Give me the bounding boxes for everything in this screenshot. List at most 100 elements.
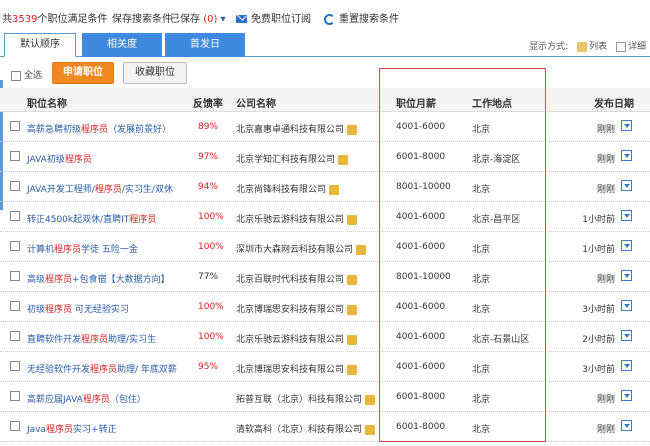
feedback-rate: 100% bbox=[198, 212, 224, 222]
company-name-link[interactable]: 北京尚锋科技有限公司 bbox=[236, 182, 340, 195]
refresh-icon bbox=[324, 13, 335, 25]
table-row: 无经验软件开发程序员助理/ 年底双薪 95% 北京博瑞思安科技有限公司 4001-60… bbox=[0, 352, 650, 382]
company-name-link[interactable]: 深圳市大森网云科技有限公司 bbox=[236, 242, 367, 255]
company-badge-icon bbox=[338, 154, 349, 165]
feedback-rate: 94% bbox=[198, 182, 219, 192]
company-badge-icon bbox=[365, 394, 376, 405]
reset-search-link[interactable]: 重置搜索条件 bbox=[324, 10, 399, 25]
publish-date: 1小时前 bbox=[582, 245, 615, 255]
publish-date: 2小时前 bbox=[582, 335, 615, 345]
row-checkbox[interactable] bbox=[10, 211, 20, 221]
company-badge-icon bbox=[347, 214, 358, 225]
table-row: 高薪急聘初级程序员（发展前景好） 89% 北京嘉惠卓通科技有限公司 4001-6000… bbox=[0, 112, 650, 142]
company-badge-icon bbox=[356, 244, 367, 255]
job-title-link[interactable]: 直聘软件开发程序员助理/实习生 bbox=[27, 332, 156, 345]
highlight-box bbox=[379, 68, 546, 442]
job-title-link[interactable]: 初级程序员 可无经验实习 bbox=[27, 302, 129, 315]
row-checkbox[interactable] bbox=[10, 421, 20, 431]
feedback-rate: 77% bbox=[198, 272, 219, 282]
header-job[interactable]: 职位名称 bbox=[27, 95, 67, 110]
detail-view-label[interactable]: 详细 bbox=[628, 42, 646, 52]
save-search-link[interactable]: 保存搜索条件 bbox=[112, 10, 172, 25]
chevron-down-icon[interactable] bbox=[621, 150, 632, 161]
chevron-down-icon[interactable] bbox=[621, 330, 632, 341]
chevron-down-icon[interactable] bbox=[621, 180, 632, 191]
company-badge-icon bbox=[347, 304, 358, 315]
job-title-link[interactable]: 高薪应届JAVA程序员（包住） bbox=[27, 392, 146, 405]
company-name-link[interactable]: 北京学知汇科技有限公司 bbox=[236, 152, 349, 165]
table-row: 初级程序员 可无经验实习 100% 北京博瑞思安科技有限公司 4001-6000 北京 3… bbox=[0, 292, 650, 322]
action-bar: 全选 申请职位 收藏职位 bbox=[0, 58, 650, 88]
detail-view-icon[interactable] bbox=[615, 41, 626, 52]
subscribe-link[interactable]: 免费职位订阅 bbox=[236, 10, 311, 25]
feedback-rate: 100% bbox=[198, 302, 224, 312]
row-checkbox[interactable] bbox=[10, 121, 20, 131]
table-row: 直聘软件开发程序员助理/实习生 100% 北京乐驰云游科技有限公司 4001-6000… bbox=[0, 322, 650, 352]
select-all-checkbox[interactable] bbox=[11, 70, 21, 81]
row-checkbox[interactable] bbox=[10, 271, 20, 281]
tab-default-order[interactable]: 默认顺序 bbox=[4, 33, 76, 57]
row-checkbox[interactable] bbox=[10, 391, 20, 401]
list-view-icon[interactable] bbox=[577, 41, 588, 52]
display-mode: 显示方式: 列表 详细 bbox=[529, 41, 646, 52]
job-title-link[interactable]: Java程序员实习+转正 bbox=[27, 422, 117, 435]
row-checkbox[interactable] bbox=[10, 151, 20, 161]
job-title-link[interactable]: 计算机程序员学徒 五险一金 bbox=[27, 242, 138, 255]
header-company: 公司名称 bbox=[236, 99, 276, 110]
company-name-link[interactable]: 北京博瑞思安科技有限公司 bbox=[236, 362, 358, 375]
chevron-down-icon[interactable] bbox=[621, 270, 632, 281]
sort-tabs: 默认顺序 相关度 首发日 显示方式: 列表 详细 bbox=[0, 33, 650, 57]
job-title-link[interactable]: 转正4500k起双休/直聘IT程序员 bbox=[27, 212, 156, 225]
row-checkbox[interactable] bbox=[10, 301, 20, 311]
chevron-down-icon[interactable] bbox=[621, 210, 632, 221]
chevron-down-icon[interactable] bbox=[621, 300, 632, 311]
company-name-link[interactable]: 北京乐驰云游科技有限公司 bbox=[236, 332, 358, 345]
tab-relevance[interactable]: 相关度 bbox=[82, 33, 162, 57]
publish-date: 刚刚 bbox=[596, 125, 615, 135]
saved-searches-dropdown[interactable]: 已保存 (0) ▾ bbox=[170, 10, 226, 25]
job-title-link[interactable]: 高薪急聘初级程序员（发展前景好） bbox=[27, 122, 171, 135]
publish-date: 刚刚 bbox=[596, 275, 615, 285]
select-all[interactable]: 全选 bbox=[11, 68, 42, 81]
job-title-link[interactable]: 无经验软件开发程序员助理/ 年底双薪 bbox=[27, 362, 177, 375]
job-title-link[interactable]: 高级程序员+包食宿【大数据方向】 bbox=[27, 272, 170, 285]
table-row: 转正4500k起双休/直聘IT程序员 100% 北京乐驰云游科技有限公司 4001-6… bbox=[0, 202, 650, 232]
row-checkbox[interactable] bbox=[10, 331, 20, 341]
table-row: 高薪应届JAVA程序员（包住） 拓普互联（北京）科技有限公司 6001-8000 北京… bbox=[0, 382, 650, 412]
favorite-job-button[interactable]: 收藏职位 bbox=[123, 62, 187, 84]
mail-icon bbox=[236, 15, 247, 23]
list-view-label[interactable]: 列表 bbox=[589, 42, 607, 52]
company-badge-icon bbox=[347, 124, 358, 135]
company-name-link[interactable]: 北京嘉惠卓通科技有限公司 bbox=[236, 122, 358, 135]
company-name-link[interactable]: 北京百联时代科技有限公司 bbox=[236, 272, 358, 285]
job-title-link[interactable]: JAVA初级程序员 bbox=[27, 152, 92, 165]
publish-date: 1小时前 bbox=[582, 215, 615, 225]
publish-date: 刚刚 bbox=[596, 185, 615, 195]
company-name-link[interactable]: 拓普互联（北京）科技有限公司 bbox=[236, 392, 376, 405]
feedback-rate: 97% bbox=[198, 152, 219, 162]
chevron-down-icon[interactable] bbox=[621, 390, 632, 401]
feedback-rate: 100% bbox=[198, 242, 224, 252]
job-title-link[interactable]: JAVA开发工程师/程序员/实习生/双休 bbox=[27, 182, 173, 195]
chevron-down-icon[interactable] bbox=[621, 240, 632, 251]
company-name-link[interactable]: 北京博瑞思安科技有限公司 bbox=[236, 302, 358, 315]
apply-job-button[interactable]: 申请职位 bbox=[52, 62, 114, 84]
company-badge-icon bbox=[329, 184, 340, 195]
company-badge-icon bbox=[365, 424, 376, 435]
publish-date: 刚刚 bbox=[596, 425, 615, 435]
results-topbar: 共3539个职位满足条件 保存搜索条件 已保存 (0) ▾ 免费职位订阅 重置搜… bbox=[0, 0, 650, 32]
feedback-rate: 95% bbox=[198, 362, 219, 372]
chevron-down-icon[interactable] bbox=[621, 360, 632, 371]
company-name-link[interactable]: 清软高科（北京）科技有限公司 bbox=[236, 422, 376, 435]
chevron-down-icon[interactable] bbox=[621, 120, 632, 131]
tab-first-published[interactable]: 首发日 bbox=[165, 33, 245, 57]
publish-date: 刚刚 bbox=[596, 155, 615, 165]
company-name-link[interactable]: 北京乐驰云游科技有限公司 bbox=[236, 212, 358, 225]
table-row: Java程序员实习+转正 清软高科（北京）科技有限公司 6001-8000 北京 刚刚 bbox=[0, 412, 650, 442]
company-badge-icon bbox=[347, 334, 358, 345]
row-checkbox[interactable] bbox=[10, 241, 20, 251]
row-checkbox[interactable] bbox=[10, 181, 20, 191]
table-row: JAVA初级程序员 97% 北京学知汇科技有限公司 6001-8000 北京-海淀区 刚刚 bbox=[0, 142, 650, 172]
row-checkbox[interactable] bbox=[10, 361, 20, 371]
chevron-down-icon[interactable] bbox=[621, 420, 632, 431]
